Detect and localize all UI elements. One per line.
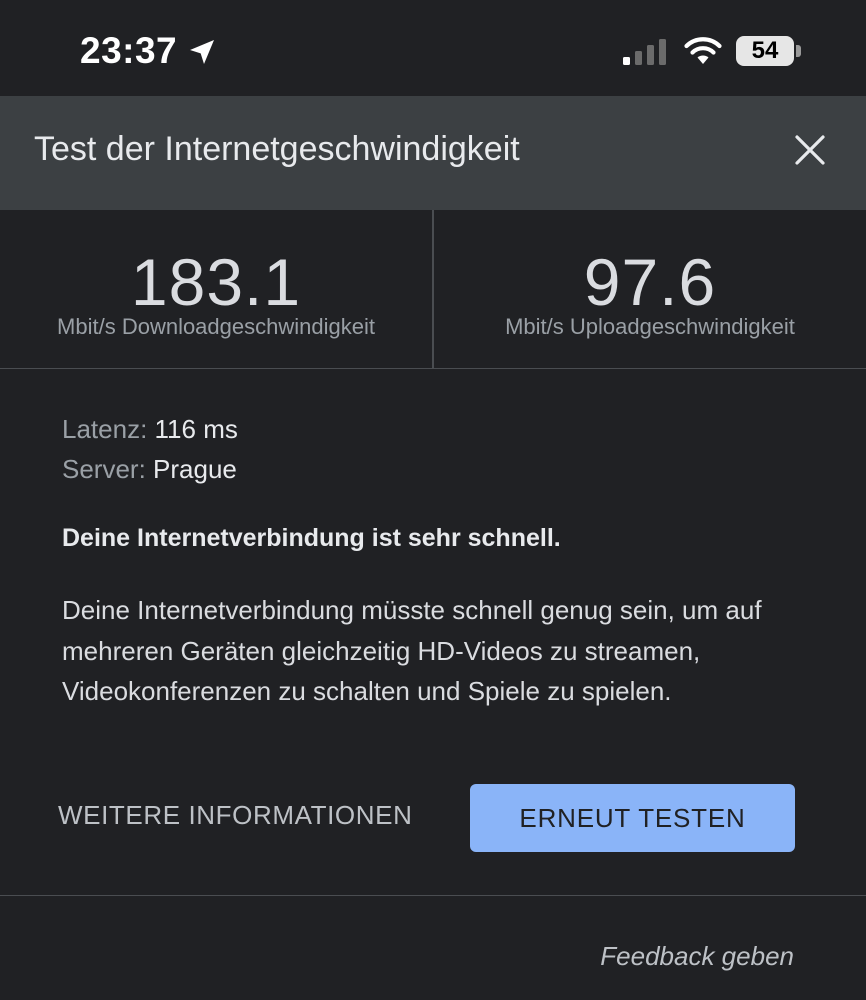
server-value: Prague — [153, 454, 237, 484]
latency-label: Latenz: — [62, 414, 148, 444]
upload-metric: 97.6 Mbit/s Uploadgeschwindigkeit — [434, 210, 866, 368]
dialog-title: Test der Internetgeschwindigkeit — [34, 130, 520, 168]
status-bar: 23:37 54 — [0, 0, 866, 96]
upload-value: 97.6 — [583, 245, 717, 319]
download-metric: 183.1 Mbit/s Downloadgeschwindigkeit — [0, 210, 432, 368]
server-row: Server: Prague — [62, 454, 237, 485]
close-button[interactable] — [786, 126, 834, 174]
more-info-button[interactable]: WEITERE INFORMATIONEN — [58, 800, 412, 831]
wifi-icon — [684, 37, 722, 64]
upload-label: Mbit/s Uploadgeschwindigkeit — [505, 314, 795, 339]
bottom-divider — [0, 895, 866, 896]
latency-row: Latenz: 116 ms — [62, 414, 238, 445]
location-arrow-icon — [190, 40, 214, 64]
cell-signal-icon — [623, 39, 666, 65]
dialog-header: Test der Internetgeschwindigkeit — [0, 96, 866, 210]
download-label: Mbit/s Downloadgeschwindigkeit — [57, 314, 375, 339]
speed-metrics: 183.1 Mbit/s Downloadgeschwindigkeit 97.… — [0, 210, 866, 369]
retest-button[interactable]: ERNEUT TESTEN — [470, 784, 795, 852]
latency-value: 116 ms — [154, 414, 238, 444]
status-time: 23:37 — [80, 30, 178, 71]
speed-summary: Deine Internetverbindung ist sehr schnel… — [62, 524, 561, 552]
speed-test-screen: 23:37 54 Test der Internetgeschwindigkei… — [0, 0, 866, 1000]
speed-description: Deine Internetverbindung müsste schnell … — [62, 595, 762, 706]
feedback-link[interactable]: Feedback geben — [600, 941, 794, 972]
download-value: 183.1 — [130, 245, 302, 319]
retest-label: ERNEUT TESTEN — [519, 802, 746, 833]
battery-tip — [796, 45, 801, 57]
battery-icon: 54 — [736, 36, 794, 66]
server-label: Server: — [62, 454, 146, 484]
close-icon — [795, 135, 825, 165]
battery-level: 54 — [751, 37, 779, 64]
